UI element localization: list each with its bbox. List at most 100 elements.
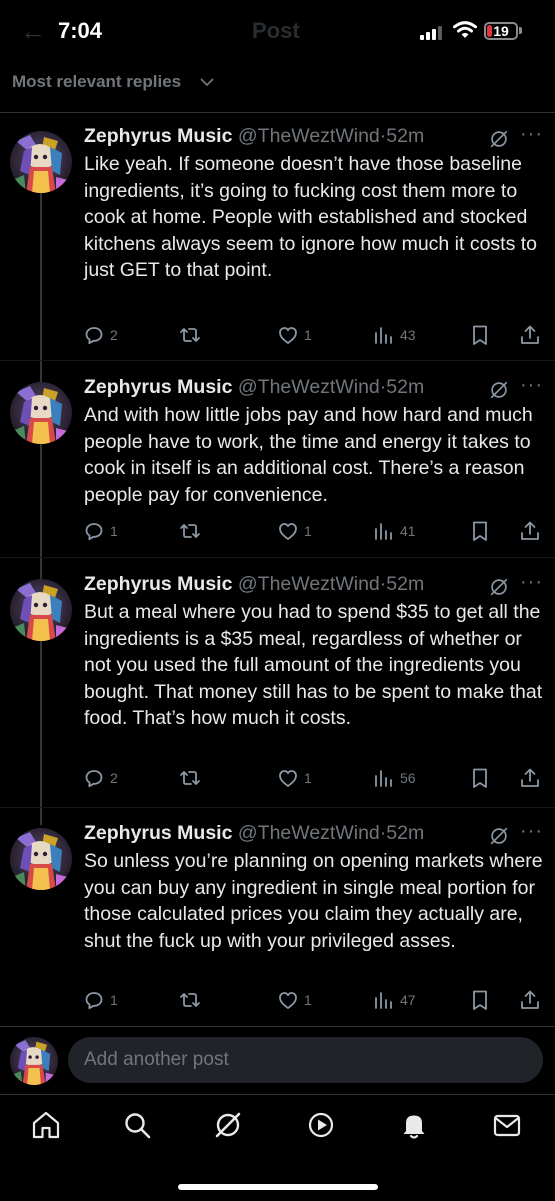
- view-count: 47: [400, 992, 416, 1008]
- reply-button[interactable]: 2: [82, 323, 118, 347]
- reply-button[interactable]: 1: [82, 988, 118, 1012]
- grok-icon[interactable]: [488, 576, 510, 598]
- avatar[interactable]: [10, 382, 72, 444]
- avatar[interactable]: [10, 579, 72, 641]
- like-button[interactable]: 1: [276, 988, 312, 1012]
- wifi-icon: [453, 21, 477, 38]
- bookmark-button[interactable]: [468, 766, 492, 790]
- cellular-signal-icon: [420, 24, 442, 40]
- author-handle[interactable]: @TheWeztWind: [238, 125, 380, 147]
- battery-icon: 19: [484, 22, 518, 40]
- repost-button[interactable]: [178, 519, 206, 543]
- author-handle[interactable]: @TheWeztWind: [238, 573, 380, 595]
- post-time[interactable]: 52m: [386, 573, 424, 595]
- more-options-icon[interactable]: ···: [520, 123, 543, 146]
- like-button[interactable]: 1: [276, 519, 312, 543]
- grok-icon[interactable]: [488, 128, 510, 150]
- views-button[interactable]: 47: [372, 988, 416, 1012]
- repost-button[interactable]: [178, 766, 206, 790]
- avatar[interactable]: [10, 1037, 58, 1085]
- reply-input[interactable]: Add another post: [68, 1037, 543, 1083]
- share-icon: [518, 323, 542, 347]
- bookmark-button[interactable]: [468, 988, 492, 1012]
- repost-icon: [178, 519, 202, 543]
- author-name[interactable]: Zephyrus Music: [84, 573, 232, 595]
- author-handle[interactable]: @TheWeztWind: [238, 376, 380, 398]
- post-text: But a meal where you had to spend $35 to…: [84, 601, 543, 729]
- reply-icon: [82, 519, 106, 543]
- share-button[interactable]: [518, 323, 542, 347]
- repost-button[interactable]: [178, 988, 206, 1012]
- like-count: 1: [304, 992, 312, 1008]
- status-time: 7:04: [58, 18, 103, 43]
- reply-count: 2: [110, 327, 118, 343]
- bookmark-icon: [468, 323, 492, 347]
- reply-placeholder[interactable]: Add another post: [84, 1049, 229, 1070]
- views-button[interactable]: 41: [372, 519, 416, 543]
- grok-icon[interactable]: [488, 825, 510, 847]
- reply-button[interactable]: 2: [82, 766, 118, 790]
- post-actions: 2 1 56: [0, 766, 555, 790]
- post-divider: [0, 807, 555, 808]
- share-button[interactable]: [518, 988, 542, 1012]
- views-icon: [372, 519, 396, 543]
- share-icon: [518, 988, 542, 1012]
- post-time[interactable]: 52m: [386, 376, 424, 398]
- like-button[interactable]: 1: [276, 766, 312, 790]
- post-time[interactable]: 52m: [386, 822, 424, 844]
- grok-icon[interactable]: [488, 379, 510, 401]
- post-header: Zephyrus Music @TheWeztWind·52m: [84, 822, 424, 845]
- share-button[interactable]: [518, 766, 542, 790]
- more-options-icon[interactable]: ···: [520, 820, 543, 843]
- messages-icon[interactable]: [491, 1109, 523, 1141]
- view-count: 56: [400, 770, 416, 786]
- more-options-icon[interactable]: ···: [520, 571, 543, 594]
- repost-icon: [178, 766, 202, 790]
- avatar[interactable]: [10, 131, 72, 193]
- author-handle[interactable]: @TheWeztWind: [238, 822, 380, 844]
- share-button[interactable]: [518, 519, 542, 543]
- post-actions: 1 1 47: [0, 988, 555, 1012]
- bookmark-icon: [468, 766, 492, 790]
- status-bar: ← Post 7:04 19: [0, 0, 555, 62]
- heart-icon: [276, 519, 300, 543]
- post-divider: [0, 557, 555, 558]
- like-button[interactable]: 1: [276, 323, 312, 347]
- like-count: 1: [304, 523, 312, 539]
- notifications-icon[interactable]: [398, 1109, 430, 1141]
- chevron-down-icon[interactable]: [199, 74, 215, 90]
- views-button[interactable]: 43: [372, 323, 416, 347]
- reply-icon: [82, 323, 106, 347]
- like-count: 1: [304, 770, 312, 786]
- home-icon[interactable]: [30, 1109, 62, 1141]
- post-text: Like yeah. If someone doesn’t have those…: [84, 153, 538, 281]
- avatar[interactable]: [10, 828, 72, 890]
- video-icon[interactable]: [305, 1109, 337, 1141]
- repost-button[interactable]: [178, 323, 206, 347]
- thread-line: [40, 190, 42, 825]
- battery-percent: 19: [493, 23, 509, 39]
- reply-button[interactable]: 1: [82, 519, 118, 543]
- more-options-icon[interactable]: ···: [520, 374, 543, 397]
- reply-sort-bar[interactable]: Most relevant replies: [0, 62, 555, 113]
- author-name[interactable]: Zephyrus Music: [84, 822, 232, 844]
- post-time[interactable]: 52m: [386, 125, 424, 147]
- heart-icon: [276, 323, 300, 347]
- bookmark-button[interactable]: [468, 323, 492, 347]
- sort-label[interactable]: Most relevant replies: [12, 72, 181, 92]
- views-button[interactable]: 56: [372, 766, 416, 790]
- bookmark-icon: [468, 988, 492, 1012]
- author-name[interactable]: Zephyrus Music: [84, 125, 232, 147]
- reply-icon: [82, 988, 106, 1012]
- grok-icon[interactable]: [212, 1109, 244, 1141]
- heart-icon: [276, 766, 300, 790]
- header-title: Post: [252, 18, 300, 43]
- back-arrow-icon[interactable]: ←: [20, 16, 46, 47]
- bookmark-button[interactable]: [468, 519, 492, 543]
- post-header: Zephyrus Music @TheWeztWind·52m: [84, 573, 424, 596]
- views-icon: [372, 323, 396, 347]
- reply-count: 1: [110, 523, 118, 539]
- repost-icon: [178, 323, 202, 347]
- search-icon[interactable]: [121, 1109, 153, 1141]
- author-name[interactable]: Zephyrus Music: [84, 376, 232, 398]
